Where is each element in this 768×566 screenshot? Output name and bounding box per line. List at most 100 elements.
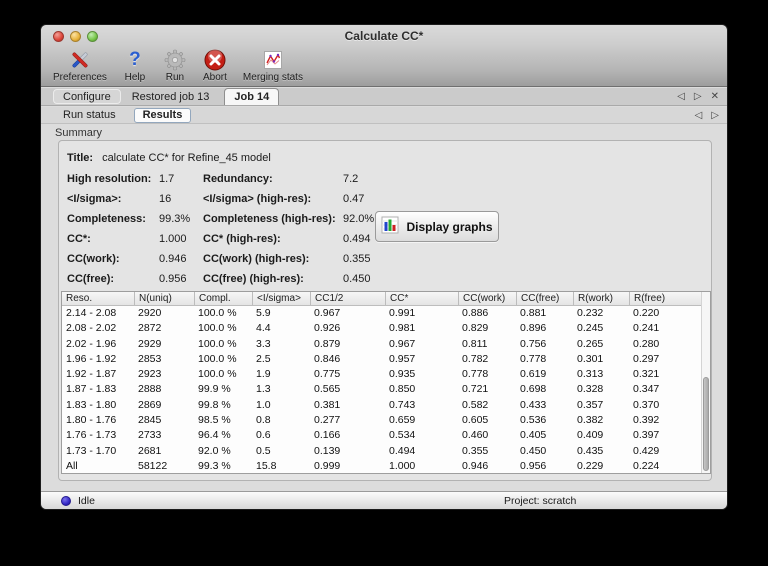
abort-x-icon <box>203 48 227 72</box>
cell-isigma: 1.9 <box>256 368 271 381</box>
cell-rfree: 0.224 <box>633 459 660 472</box>
cell-rwork: 0.435 <box>577 444 604 457</box>
display-graphs-button[interactable]: Display graphs <box>375 211 499 242</box>
cell-isigma: 5.9 <box>256 307 271 319</box>
merging-stats-button[interactable]: Merging stats <box>239 47 307 87</box>
stat-label-highres: CC(work) (high-res): <box>203 253 310 265</box>
table-row[interactable]: 1.73 - 1.70 2681 92.0 % 0.5 0.139 0.494 … <box>62 444 701 459</box>
job-tab-bar: Configure Restored job 13 Job 14 ◁ ▷ ✕ <box>41 88 727 106</box>
tab-scroll-right-icon[interactable]: ▷ <box>694 91 702 102</box>
cell-cchalf: 0.381 <box>314 398 341 411</box>
table-row[interactable]: 2.08 - 2.02 2872 100.0 % 4.4 0.926 0.981… <box>62 321 701 336</box>
cell-ccstar: 0.534 <box>389 429 416 442</box>
status-indicator-icon <box>61 495 71 506</box>
stat-label: Completeness: <box>67 213 146 225</box>
cell-rwork: 0.313 <box>577 368 604 381</box>
cell-ccstar: 1.000 <box>389 459 416 472</box>
cell-rfree: 0.321 <box>633 368 660 381</box>
preferences-button[interactable]: Preferences <box>49 47 111 87</box>
table-header-row: Reso. N(uniq) Compl. <I/sigma> CC1/2 CC* CC(wo… <box>62 292 710 306</box>
cell-ccstar: 0.850 <box>389 383 416 396</box>
cell-nuniq: 2888 <box>138 383 162 396</box>
table-row[interactable]: 1.76 - 1.73 2733 96.4 % 0.6 0.166 0.534 … <box>62 428 701 443</box>
table-column-header[interactable]: CC(free) <box>516 292 573 305</box>
stat-label: <I/sigma>: <box>67 193 122 205</box>
cell-reso: 1.80 - 1.76 <box>66 414 117 427</box>
cell-reso: 1.76 - 1.73 <box>66 429 117 442</box>
cell-rwork: 0.232 <box>577 307 604 319</box>
results-table[interactable]: Reso. N(uniq) Compl. <I/sigma> CC1/2 CC* CC(wo… <box>61 291 711 474</box>
window-chrome: Calculate CC* Preferences ? Help Run Abo… <box>41 25 727 87</box>
app-window: Calculate CC* Preferences ? Help Run Abo… <box>40 24 728 510</box>
table-column-header[interactable]: CC(work) <box>458 292 516 305</box>
abort-button[interactable]: Abort <box>199 47 231 87</box>
subtab-scroll-left-icon[interactable]: ◁ <box>695 110 703 121</box>
cell-reso: 1.83 - 1.80 <box>66 398 117 411</box>
table-scrollbar-thumb[interactable] <box>703 377 709 472</box>
cell-ccstar: 0.743 <box>389 398 416 411</box>
table-row[interactable]: 1.87 - 1.83 2888 99.9 % 1.3 0.565 0.850 … <box>62 382 701 397</box>
cell-rwork: 0.229 <box>577 459 604 472</box>
tab-nav: ◁ ▷ ✕ <box>677 88 719 105</box>
cell-isigma: 1.0 <box>256 398 271 411</box>
run-button[interactable]: Run <box>159 47 191 87</box>
cell-cchalf: 0.565 <box>314 383 341 396</box>
cell-isigma: 1.3 <box>256 383 271 396</box>
subtab-results[interactable]: Results <box>133 107 192 123</box>
table-column-header[interactable]: CC1/2 <box>310 292 385 305</box>
table-scrollbar[interactable] <box>701 292 710 473</box>
table-row[interactable]: 1.80 - 1.76 2845 98.5 % 0.8 0.277 0.659 … <box>62 413 701 428</box>
table-row[interactable]: All 58122 99.3 % 15.8 0.999 1.000 0.946 … <box>62 459 701 473</box>
tab-restored-job-13[interactable]: Restored job 13 <box>123 88 219 105</box>
cell-ccfree: 0.756 <box>520 337 547 350</box>
table-column-header[interactable]: <I/sigma> <box>252 292 310 305</box>
stat-label-highres: Completeness (high-res): <box>203 213 336 225</box>
cell-ccwork: 0.582 <box>462 398 489 411</box>
cell-compl: 92.0 % <box>198 444 231 457</box>
stat-label: CC*: <box>67 233 91 245</box>
cell-rfree: 0.429 <box>633 444 660 457</box>
stat-value-highres: 0.450 <box>343 273 371 285</box>
title-bar[interactable]: Calculate CC* <box>41 25 727 47</box>
cell-ccstar: 0.659 <box>389 414 416 427</box>
status-bar: Idle Project: scratch <box>41 491 727 509</box>
status-left: Idle <box>61 492 95 509</box>
tab-configure[interactable]: Configure <box>53 89 121 104</box>
table-row[interactable]: 1.83 - 1.80 2869 99.8 % 1.0 0.381 0.743 … <box>62 398 701 413</box>
gear-icon <box>163 48 187 72</box>
cell-isigma: 0.8 <box>256 414 271 427</box>
cell-nuniq: 2733 <box>138 429 162 442</box>
table-column-header[interactable]: R(free) <box>629 292 710 305</box>
stat-label-highres: CC(free) (high-res): <box>203 273 304 285</box>
tab-close-icon[interactable]: ✕ <box>711 91 719 102</box>
table-column-header[interactable]: N(uniq) <box>134 292 194 305</box>
cell-ccfree: 0.778 <box>520 352 547 365</box>
cell-isigma: 0.6 <box>256 429 271 442</box>
help-button[interactable]: ? Help <box>119 47 151 87</box>
tab-job-14[interactable]: Job 14 <box>224 88 280 105</box>
subtab-scroll-right-icon[interactable]: ▷ <box>711 110 719 121</box>
display-graphs-label: Display graphs <box>406 219 493 234</box>
cell-compl: 100.0 % <box>198 352 237 365</box>
summary-panel: Title: calculate CC* for Refine_45 model… <box>58 140 712 481</box>
cell-nuniq: 2929 <box>138 337 162 350</box>
table-row[interactable]: 1.92 - 1.87 2923 100.0 % 1.9 0.775 0.935… <box>62 367 701 382</box>
subtab-run-status[interactable]: Run status <box>55 109 124 121</box>
table-column-header[interactable]: Reso. <box>62 292 134 305</box>
stat-value-highres: 7.2 <box>343 173 359 185</box>
project-label: Project: scratch <box>504 494 577 507</box>
table-column-header[interactable]: Compl. <box>194 292 252 305</box>
cell-rwork: 0.301 <box>577 352 604 365</box>
stat-value: 1.000 <box>159 233 187 245</box>
table-column-header[interactable]: R(work) <box>573 292 629 305</box>
cell-reso: 2.14 - 2.08 <box>66 307 117 319</box>
table-row[interactable]: 1.96 - 1.92 2853 100.0 % 2.5 0.846 0.957… <box>62 352 701 367</box>
tab-scroll-left-icon[interactable]: ◁ <box>677 91 685 102</box>
table-column-header[interactable]: CC* <box>385 292 458 305</box>
cell-ccwork: 0.460 <box>462 429 489 442</box>
table-row[interactable]: 2.14 - 2.08 2920 100.0 % 5.9 0.967 0.991… <box>62 306 701 321</box>
stat-value-highres: 0.47 <box>343 193 365 205</box>
table-row[interactable]: 2.02 - 1.96 2929 100.0 % 3.3 0.879 0.967… <box>62 337 701 352</box>
stat-label: High resolution: <box>67 173 152 185</box>
stat-label: CC(work): <box>67 253 120 265</box>
